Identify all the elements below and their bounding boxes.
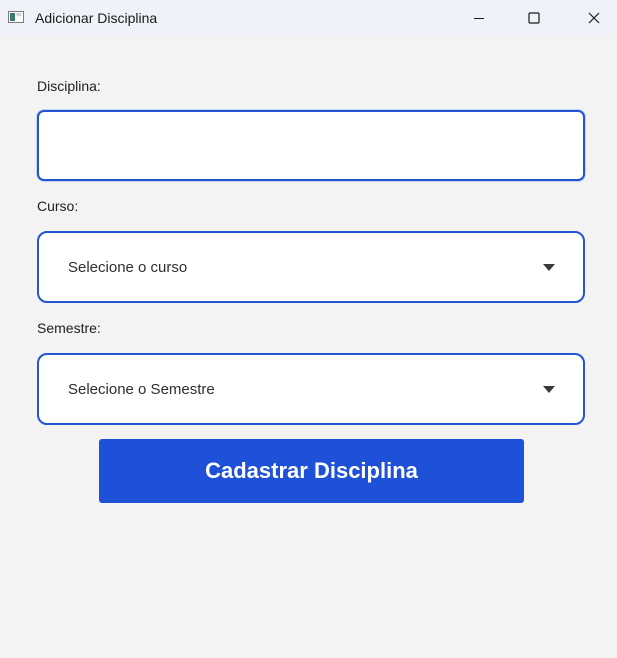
disciplina-input[interactable] xyxy=(37,110,585,181)
title-bar[interactable]: Adicionar Disciplina xyxy=(0,0,617,36)
cadastrar-disciplina-button[interactable]: Cadastrar Disciplina xyxy=(99,439,524,503)
chevron-down-icon xyxy=(543,386,555,393)
maximize-button[interactable] xyxy=(511,0,557,36)
curso-select[interactable]: Selecione o curso xyxy=(37,231,585,303)
curso-selected-value: Selecione o curso xyxy=(68,259,188,276)
disciplina-label: Disciplina: xyxy=(37,78,101,94)
window-title: Adicionar Disciplina xyxy=(35,10,158,26)
close-icon xyxy=(588,12,600,24)
curso-label: Curso: xyxy=(37,198,79,214)
semestre-label: Semestre: xyxy=(37,320,101,336)
minimize-icon xyxy=(474,18,484,19)
minimize-button[interactable] xyxy=(456,0,502,36)
semestre-select[interactable]: Selecione o Semestre xyxy=(37,353,585,425)
semestre-selected-value: Selecione o Semestre xyxy=(68,381,215,398)
maximize-icon xyxy=(528,12,540,24)
chevron-down-icon xyxy=(543,264,555,271)
close-button[interactable] xyxy=(571,0,617,36)
app-window-icon xyxy=(8,11,24,23)
